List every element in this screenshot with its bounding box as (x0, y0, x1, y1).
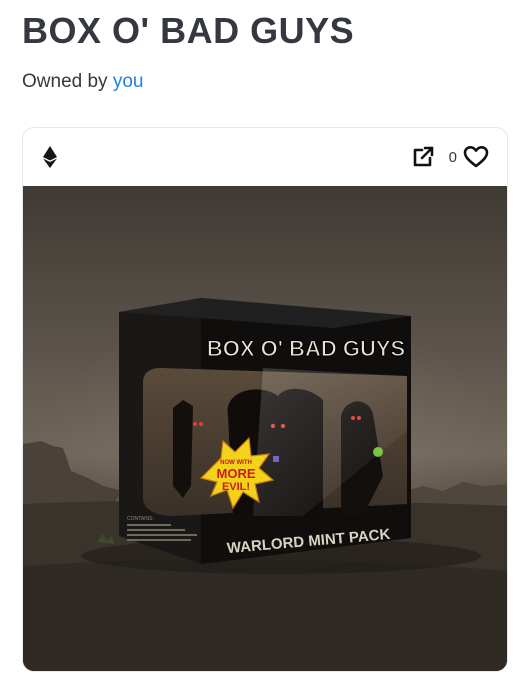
box-title-text: BOX O' BAD GUYS (207, 336, 405, 361)
owner-line: Owned by you (22, 71, 143, 93)
contents-label-text: CONTAINS: (127, 516, 154, 522)
asset-image[interactable]: BOX O' BAD GUYS NOW WITH MORE EVIL! WARL… (23, 186, 507, 671)
owner-link[interactable]: you (113, 71, 144, 92)
asset-title: BOX O' BAD GUYS (22, 10, 355, 51)
asset-card: 0 BOX O' BAD GUYS NOW WITH MORE EVIL! WA… (22, 127, 508, 672)
external-link-icon[interactable] (411, 145, 435, 169)
favorites-count: 0 (448, 148, 457, 166)
owner-prefix: Owned by (22, 71, 113, 92)
asset-page: BOX O' BAD GUYS Owned by you 0 BOX O' BA… (0, 0, 532, 680)
card-header: 0 (23, 128, 507, 186)
burst-main-text: MORE (217, 466, 256, 481)
burst-bottom-text: EVIL! (222, 481, 250, 493)
ethereum-icon (43, 146, 57, 168)
heart-icon[interactable] (463, 145, 489, 169)
